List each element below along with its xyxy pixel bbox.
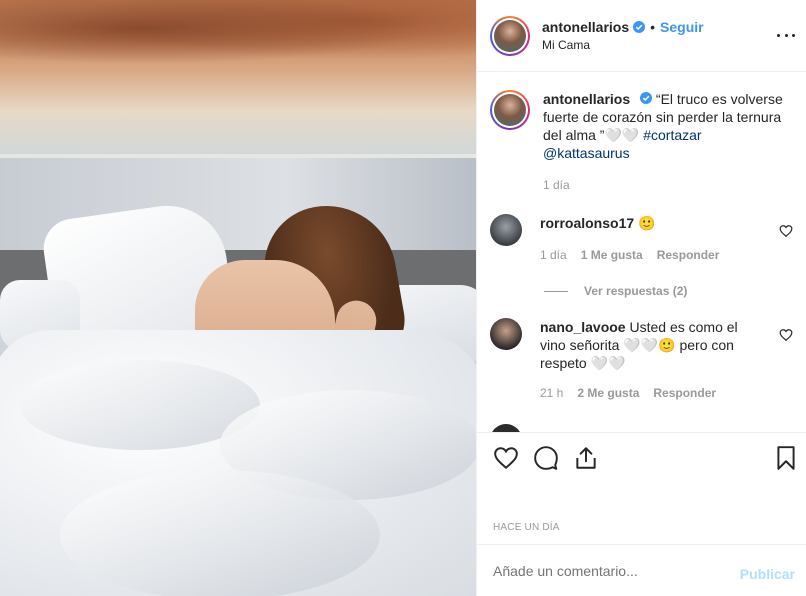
publish-button[interactable]: Publicar (740, 566, 795, 582)
follow-button[interactable]: Seguir (660, 19, 704, 35)
heart-icon[interactable] (493, 445, 519, 471)
caption-avatar[interactable] (490, 90, 530, 130)
add-comment-bar: Publicar (477, 544, 806, 596)
comment-username[interactable]: rorroalonso17 (540, 215, 634, 231)
hashtag-link[interactable]: #cortazar (643, 127, 701, 143)
comment-icon[interactable] (533, 445, 559, 471)
comment-likes[interactable]: 2 Me gusta (577, 384, 639, 402)
bookmark-icon[interactable] (773, 445, 799, 471)
author-username[interactable]: antonellarios (542, 19, 629, 35)
more-options-icon[interactable] (777, 26, 795, 44)
location-link[interactable]: Mi Cama (542, 38, 704, 52)
action-bar (477, 432, 806, 484)
verified-badge-icon (633, 21, 646, 33)
verified-badge-icon (640, 92, 653, 104)
comment-avatar[interactable] (490, 424, 522, 432)
comment-item: rorroalonso17 🙂 1 día 1 Me gusta Respond… (490, 214, 795, 264)
comment-item: nano_lavooe Usted es como el vino señori… (490, 318, 795, 402)
comment-username[interactable]: nano_lavooe (540, 319, 626, 335)
wall-painting (0, 0, 476, 158)
caption-username[interactable]: antonellarios (543, 91, 630, 107)
caption-time[interactable]: 1 día (543, 176, 793, 194)
post-photo[interactable] (0, 0, 476, 596)
reply-button[interactable]: Responder (657, 246, 720, 264)
heart-icon[interactable] (779, 328, 793, 342)
comment-input[interactable] (493, 562, 733, 579)
share-icon[interactable] (573, 445, 599, 471)
view-replies-button[interactable]: Ver respuestas (2) (544, 284, 687, 298)
separator-dot: • (650, 19, 656, 35)
comments-list[interactable]: antonellarios “El truco es volverse fuer… (477, 72, 806, 432)
comment-time[interactable]: 1 día (540, 246, 567, 264)
heart-icon[interactable] (779, 224, 793, 238)
view-replies-label: Ver respuestas (2) (584, 284, 688, 298)
mention-link[interactable]: @kattasaurus (543, 145, 630, 161)
comment-likes[interactable]: 1 Me gusta (581, 246, 643, 264)
caption: antonellarios “El truco es volverse fuer… (490, 90, 800, 194)
post-date[interactable]: HACE UN DÍA (493, 522, 560, 533)
post-header: antonellarios • Seguir Mi Cama (477, 0, 806, 72)
comment-avatar[interactable] (490, 318, 522, 350)
post-side-panel: antonellarios • Seguir Mi Cama antonella… (476, 0, 806, 596)
comment-avatar[interactable] (490, 214, 522, 246)
comment-time[interactable]: 21 h (540, 384, 563, 402)
author-avatar[interactable] (490, 15, 530, 56)
reply-button[interactable]: Responder (653, 384, 716, 402)
comment-text: 🙂 (638, 215, 656, 231)
instagram-post: antonellarios • Seguir Mi Cama antonella… (0, 0, 806, 596)
